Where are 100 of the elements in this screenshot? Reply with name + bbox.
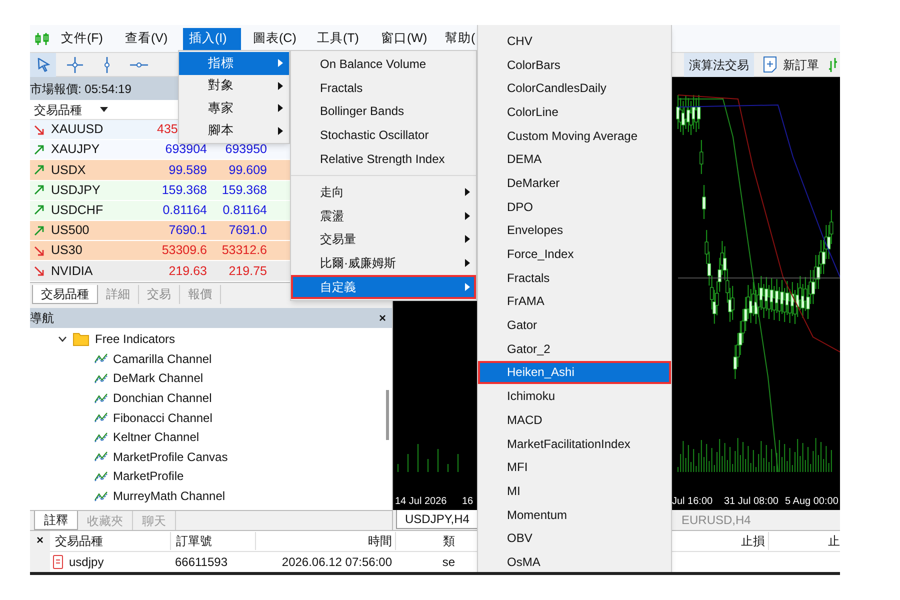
symbol-name[interactable]: USDX [51, 160, 86, 180]
column-header: 交易品種 [54, 533, 104, 550]
tree-item[interactable]: Donchian Channel [113, 389, 212, 408]
bid-price: 219.63 [168, 262, 207, 280]
menu-item[interactable]: Gator_2 [478, 336, 671, 361]
menu-item[interactable]: DeMarker [478, 171, 671, 195]
menu-item[interactable]: ColorLine [478, 100, 671, 124]
time-axis-label: 5 Aug 00:00 [785, 495, 838, 509]
panel-tab[interactable]: 交易品種 [32, 284, 98, 304]
new-order-button[interactable]: 新訂單 [758, 52, 824, 76]
menu-item[interactable]: MarketFacilitationIndex [478, 432, 671, 456]
menu-item[interactable]: Custom Moving Average [478, 124, 671, 148]
ask-price: 159.368 [220, 182, 267, 199]
caret-icon [278, 59, 283, 68]
menu-item[interactable]: MFI [478, 455, 671, 480]
menu-item[interactable]: 指標 [179, 52, 289, 74]
panel-tab[interactable]: 註釋 [34, 511, 78, 530]
menu-bar-item[interactable]: 工具(T) [311, 28, 369, 50]
menu-item[interactable]: 走向 [291, 180, 476, 204]
menu-item[interactable]: 震盪 [291, 204, 476, 228]
menu-item[interactable]: DEMA [478, 147, 671, 172]
menu-item[interactable]: Fractals [478, 266, 671, 290]
column-header: 訂單號 [170, 532, 255, 550]
menu-item[interactable]: Force_Index [478, 242, 671, 266]
ask-price: 53312.6 [220, 242, 267, 260]
symbol-name[interactable]: XAUJPY [51, 140, 100, 160]
column-header: 止損 [740, 533, 766, 550]
tree-item[interactable]: Keltner Channel [113, 428, 200, 446]
tree-folder[interactable]: Free Indicators [58, 330, 382, 350]
tree-item[interactable]: MarketProfile [113, 467, 184, 486]
menu-item[interactable]: Gator [478, 313, 671, 337]
bid-price: 53309.6 [160, 242, 207, 260]
column-header: 交易品種 [33, 102, 83, 118]
indicator-icon [94, 392, 108, 404]
symbol-name[interactable]: US500 [51, 221, 90, 240]
menu-item[interactable]: OsMA [478, 550, 671, 572]
menu-bar-item[interactable]: 文件(F) [55, 28, 113, 50]
chevron-icon [58, 336, 67, 342]
menu-bar-item[interactable]: 窗口(W) [375, 28, 433, 50]
dropdown-caret-icon [100, 107, 108, 112]
symbol-name[interactable]: US30 [51, 241, 82, 260]
bid-price: 0.81164 [162, 202, 207, 219]
menu-item[interactable]: Bollinger Bands [291, 100, 476, 124]
indicator-icon [94, 490, 108, 502]
menu-item[interactable]: 自定義 [291, 275, 476, 299]
indicator-icon [94, 432, 108, 443]
symbol-name[interactable]: USDJPY [51, 180, 100, 200]
ask-price: 219.75 [228, 262, 267, 280]
menu-item[interactable]: Momentum [478, 502, 671, 526]
tree-item[interactable]: Fibonacci Channel [113, 408, 212, 427]
crosshair-icon [66, 56, 84, 74]
menu-item[interactable]: MI [478, 479, 671, 503]
indicator-icon [94, 451, 108, 462]
caret-icon [278, 126, 283, 135]
symbol-name[interactable]: XAUUSD [51, 120, 104, 139]
ask-price: 0.81164 [222, 202, 267, 219]
menu-item[interactable]: 對象 [179, 74, 289, 97]
horizontal-line-icon [130, 62, 148, 68]
menu-item[interactable]: 腳本 [179, 120, 289, 142]
tree-item[interactable]: MurreyMath Channel [113, 487, 226, 506]
menu-item[interactable]: ColorCandlesDaily [478, 76, 671, 100]
menu-item[interactable]: Envelopes [478, 218, 671, 242]
time-axis-label: 14 Jul 2026 [395, 495, 447, 509]
time-axis-label: 16 [462, 495, 474, 509]
symbol-name[interactable]: USDCHF [51, 200, 104, 220]
folder-label: Free Indicators [95, 331, 176, 348]
menu-item[interactable]: MACD [478, 408, 671, 432]
menu-item[interactable]: 比爾·威廉姆斯 [291, 251, 476, 276]
menu-item[interactable]: Heiken_Ashi [478, 360, 671, 384]
menu-item[interactable]: 交易量 [291, 228, 476, 252]
table-cell-text: usdjpy [69, 554, 104, 571]
menu-item[interactable]: OBV [478, 526, 671, 550]
menu-item[interactable]: FrAMA [478, 290, 671, 314]
menu-item[interactable]: Ichimoku [478, 384, 671, 408]
app-logo-icon [35, 32, 49, 46]
menu-bar-item[interactable]: 圖表(C) [247, 28, 305, 50]
menu-item[interactable]: Relative Strength Index [291, 147, 476, 171]
menu-bar-item[interactable]: 插入(I) [183, 28, 241, 50]
scrollbar-thumb[interactable] [386, 390, 388, 440]
close-button[interactable]: × [36, 531, 44, 549]
table-cell-text: 2026.06.12 07:56:00 [280, 554, 393, 571]
tree-item[interactable]: MarketProfile Canvas [113, 448, 228, 466]
ask-price: 99.609 [228, 162, 267, 179]
caret-icon [465, 259, 470, 268]
cursor-tool[interactable] [30, 52, 56, 76]
symbol-name[interactable]: NVIDIA [51, 262, 93, 280]
algo-trading-button[interactable]: 演算法交易 [684, 52, 754, 76]
caret-icon [278, 82, 283, 90]
menu-item[interactable]: On Balance Volume [291, 52, 476, 76]
menu-item[interactable]: ColorBars [478, 52, 671, 76]
menu-item[interactable]: DPO [478, 194, 671, 218]
chart-tab[interactable]: USDJPY,H4 [396, 510, 478, 529]
indicator-icon [94, 353, 108, 364]
menu-bar-item[interactable]: 查看(V) [119, 28, 177, 50]
tree-item[interactable]: Camarilla Channel [113, 350, 212, 368]
close-button[interactable]: × [378, 308, 386, 326]
tree-item[interactable]: DeMark Channel [113, 369, 204, 388]
menu-item[interactable]: 專家 [179, 97, 289, 120]
menu-item[interactable]: Stochastic Oscillator [291, 123, 476, 148]
caret-icon [465, 188, 470, 196]
